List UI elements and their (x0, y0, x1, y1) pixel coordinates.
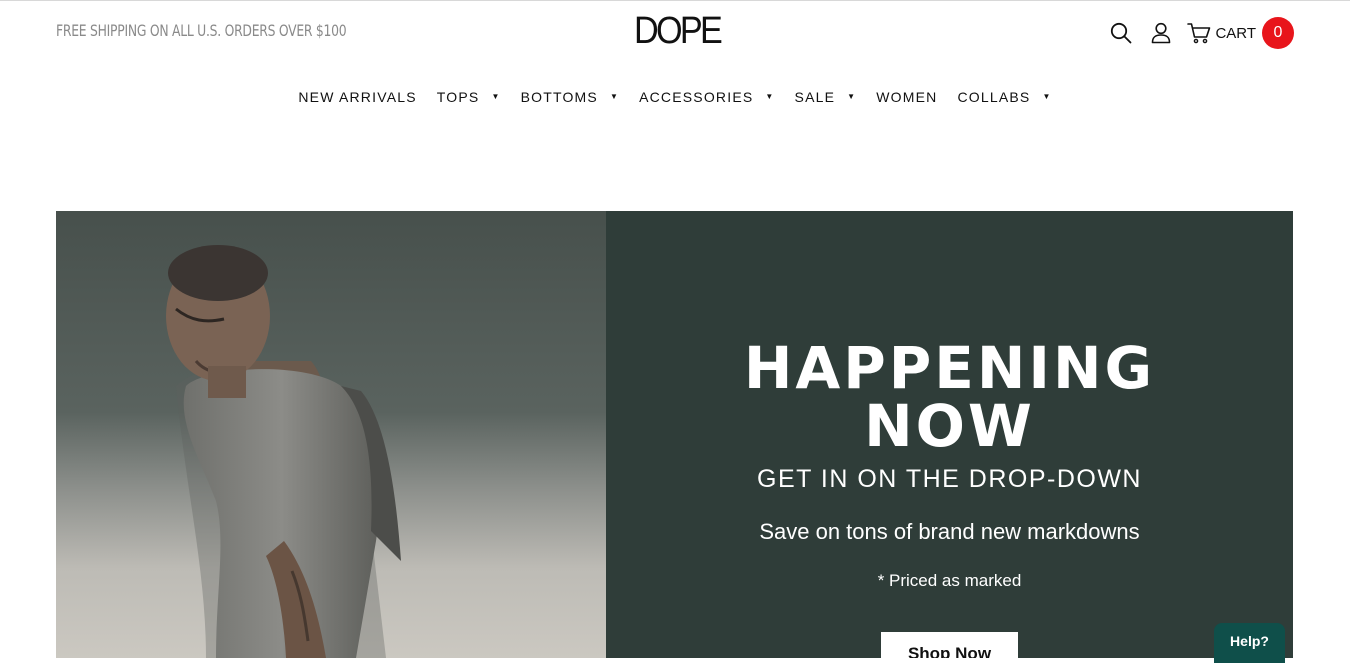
hero-headline-line1: HAPPENING (743, 334, 1156, 402)
nav-item-tops[interactable]: TOPS ▼ (437, 89, 501, 105)
hero-headline: HAPPENING NOW (606, 339, 1293, 455)
cart-button[interactable]: CART 0 (1187, 17, 1294, 49)
hero-tagline: Save on tons of brand new markdowns (759, 519, 1140, 544)
help-chat-button[interactable]: Help? (1214, 623, 1285, 663)
search-button[interactable] (1109, 21, 1133, 45)
account-icon (1152, 22, 1171, 44)
hero-text-panel: HAPPENING NOW GET IN ON THE DROP-DOWN Sa… (606, 211, 1293, 658)
model-illustration (56, 211, 606, 658)
main-navigation: NEW ARRIVALS TOPS ▼ BOTTOMS ▼ ACCESSORIE… (0, 84, 1350, 110)
nav-item-label: BOTTOMS (520, 89, 598, 105)
account-button[interactable] (1149, 21, 1173, 45)
hero-headline-line2: NOW (864, 392, 1035, 460)
nav-item-women[interactable]: WOMEN (876, 89, 937, 105)
caret-down-icon: ▼ (765, 92, 775, 101)
nav-item-label: TOPS (436, 89, 480, 105)
caret-down-icon: ▼ (609, 92, 620, 101)
free-shipping-banner: FREE SHIPPING ON ALL U.S. ORDERS OVER $1… (56, 21, 347, 40)
caret-down-icon: ▼ (1042, 92, 1052, 101)
top-header: FREE SHIPPING ON ALL U.S. ORDERS OVER $1… (0, 0, 1350, 64)
search-icon (1111, 22, 1132, 44)
caret-down-icon: ▼ (491, 92, 501, 101)
nav-item-accessories[interactable]: ACCESSORIES ▼ (639, 89, 774, 105)
hero-price-note: * Priced as marked (877, 571, 1022, 590)
hero-model-photo (56, 211, 606, 658)
nav-item-bottoms[interactable]: BOTTOMS ▼ (521, 89, 620, 105)
nav-item-sale[interactable]: SALE ▼ (795, 89, 857, 105)
nav-item-collabs[interactable]: COLLABS ▼ (957, 89, 1051, 105)
hero-banner[interactable]: HAPPENING NOW GET IN ON THE DROP-DOWN Sa… (56, 211, 1293, 658)
nav-item-label: SALE (794, 89, 836, 105)
nav-item-label: WOMEN (876, 89, 938, 105)
hero-subheading: GET IN ON THE DROP-DOWN (757, 465, 1142, 493)
nav-item-label: COLLABS (957, 89, 1031, 105)
nav-item-label: NEW ARRIVALS (298, 89, 417, 105)
shop-now-button[interactable]: Shop Now (881, 632, 1018, 658)
cart-icon (1187, 23, 1211, 44)
brand-logo[interactable]: DOPE (634, 9, 723, 53)
cart-count-badge: 0 (1262, 17, 1294, 49)
nav-item-new-arrivals[interactable]: NEW ARRIVALS (298, 89, 416, 105)
caret-down-icon: ▼ (847, 92, 857, 101)
cart-label: CART (1215, 24, 1256, 42)
header-icons: CART 0 (1109, 17, 1294, 49)
nav-item-label: ACCESSORIES (639, 89, 754, 105)
